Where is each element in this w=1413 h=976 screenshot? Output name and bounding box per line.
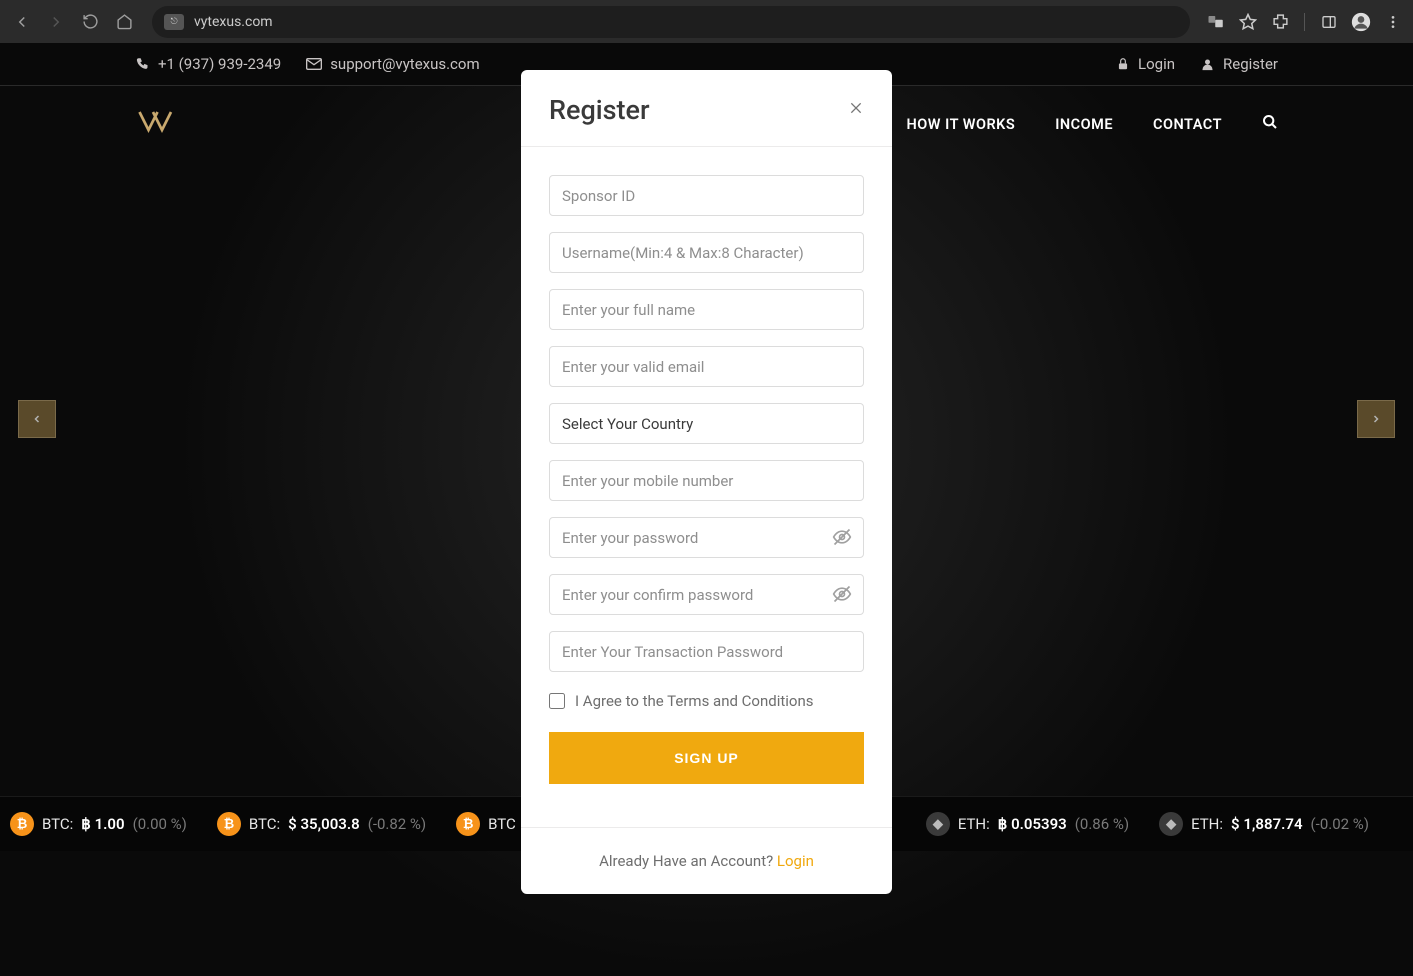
url-text: vytexus.com: [194, 14, 273, 30]
email-input[interactable]: [549, 346, 864, 387]
already-text: Already Have an Account?: [599, 852, 777, 870]
terms-checkbox[interactable]: [549, 693, 565, 709]
fullname-input[interactable]: [549, 289, 864, 330]
browser-toolbar: ⎋ vytexus.com: [0, 0, 1413, 43]
separator: [1304, 13, 1305, 31]
password-input[interactable]: [549, 517, 864, 558]
modal-overlay: Register Select Your Country: [0, 43, 1413, 976]
modal-body: Select Your Country I Agree to the Terms…: [521, 147, 892, 827]
modal-title: Register: [549, 94, 650, 126]
site-settings-icon[interactable]: ⎋: [164, 14, 184, 30]
extensions-icon[interactable]: [1268, 10, 1292, 34]
bookmark-star-icon[interactable]: [1236, 10, 1260, 34]
menu-icon[interactable]: [1381, 10, 1405, 34]
register-modal: Register Select Your Country: [521, 70, 892, 894]
country-select[interactable]: Select Your Country: [549, 403, 864, 444]
login-link[interactable]: Login: [777, 852, 814, 870]
back-button[interactable]: [8, 8, 36, 36]
sponsor-input[interactable]: [549, 175, 864, 216]
home-button[interactable]: [110, 8, 138, 36]
reload-button[interactable]: [76, 8, 104, 36]
modal-footer: Already Have an Account? Login: [521, 827, 892, 894]
mobile-input[interactable]: [549, 460, 864, 501]
modal-header: Register: [521, 70, 892, 147]
close-button[interactable]: [848, 100, 864, 121]
terms-label[interactable]: I Agree to the Terms and Conditions: [575, 692, 814, 710]
address-bar[interactable]: ⎋ vytexus.com: [152, 6, 1190, 38]
eye-toggle-icon[interactable]: [832, 584, 852, 608]
signup-button[interactable]: SIGN UP: [549, 732, 864, 784]
username-input[interactable]: [549, 232, 864, 273]
profile-icon[interactable]: [1349, 10, 1373, 34]
forward-button[interactable]: [42, 8, 70, 36]
confirm-password-input[interactable]: [549, 574, 864, 615]
sidepanel-icon[interactable]: [1317, 10, 1341, 34]
eye-toggle-icon[interactable]: [832, 527, 852, 551]
translate-icon[interactable]: [1204, 10, 1228, 34]
txn-password-input[interactable]: [549, 631, 864, 672]
